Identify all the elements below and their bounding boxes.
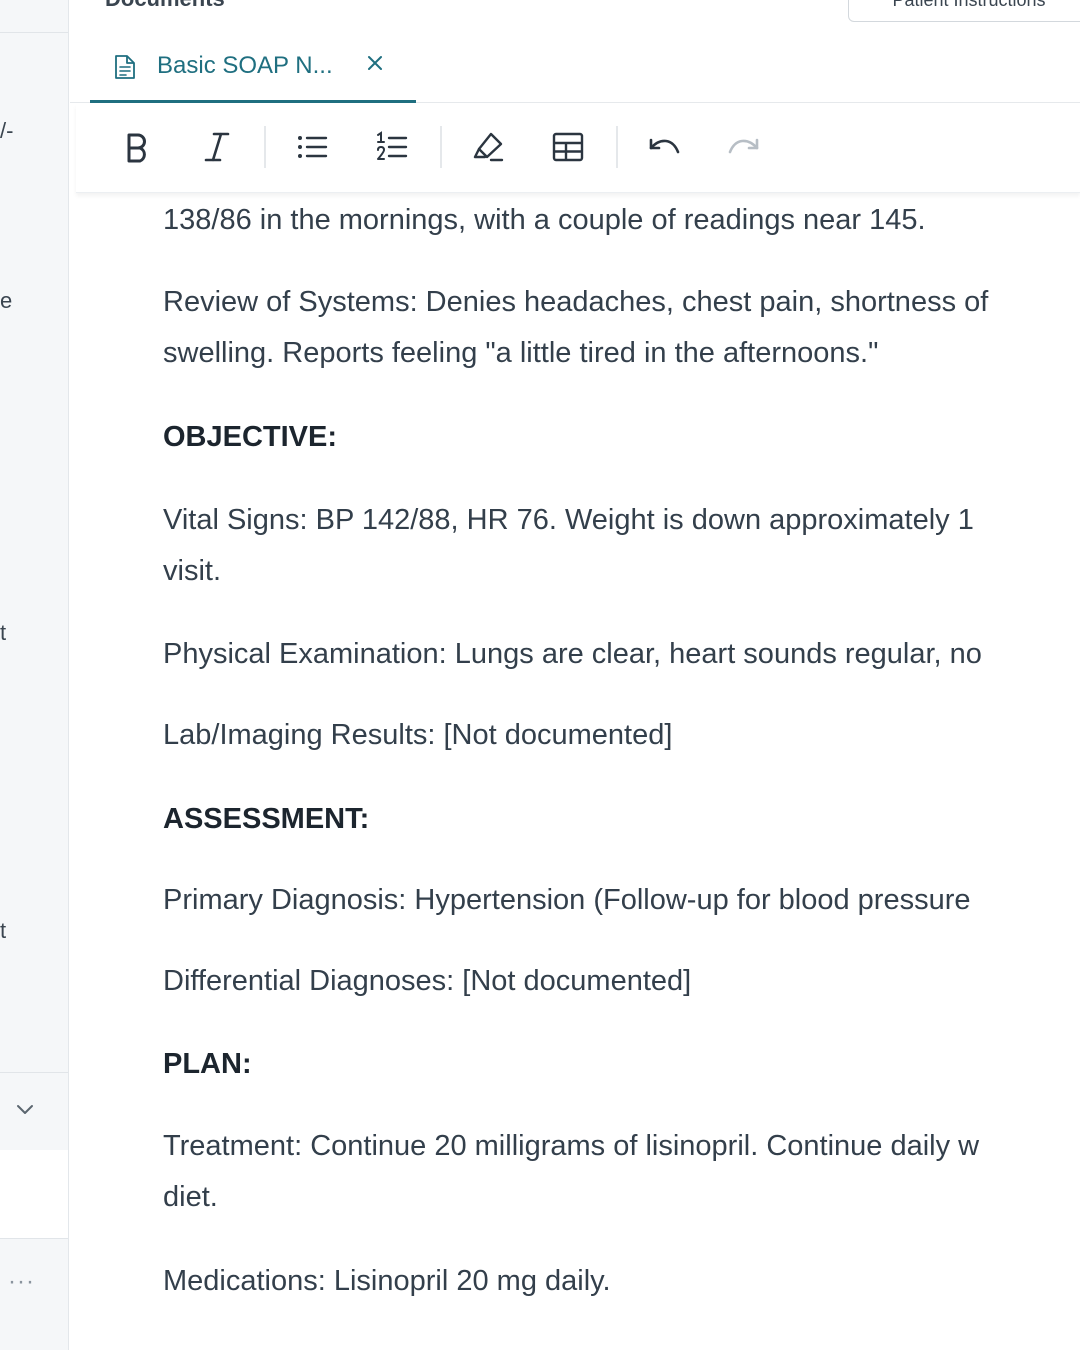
- document-tabs: Basic SOAP N...: [70, 32, 1080, 103]
- sidebar-divider: [0, 1072, 68, 1073]
- bullet-list-icon[interactable]: [295, 130, 329, 164]
- undo-icon[interactable]: [647, 130, 681, 164]
- text-line: visit.: [163, 555, 221, 587]
- redo-icon[interactable]: [727, 130, 761, 164]
- text-line: Review of Systems: Denies headaches, che…: [163, 286, 989, 318]
- italic-icon[interactable]: [200, 130, 234, 164]
- heading-plan[interactable]: PLAN:: [163, 1048, 252, 1081]
- numbered-list-icon[interactable]: [375, 130, 409, 164]
- paragraph-treatment[interactable]: Treatment: Continue 20 milligrams of lis…: [163, 1130, 979, 1214]
- text-line: swelling. Reports feeling "a little tire…: [163, 337, 879, 369]
- paragraph-primary-diagnosis[interactable]: Primary Diagnosis: Hypertension (Follow-…: [163, 884, 971, 917]
- tab-label: Basic SOAP N...: [157, 52, 333, 79]
- text-line: Treatment: Continue 20 milligrams of lis…: [163, 1130, 980, 1162]
- toolbar-separator: [616, 126, 618, 168]
- paragraph-physical-exam[interactable]: Physical Examination: Lungs are clear, h…: [163, 638, 982, 671]
- chevron-down-icon[interactable]: [14, 1098, 36, 1120]
- sidebar-divider: [0, 32, 68, 33]
- heading-objective[interactable]: OBJECTIVE:: [163, 421, 337, 454]
- sidebar-item-fragment[interactable]: /-: [0, 118, 13, 144]
- patient-instructions-button[interactable]: Patient Instructions: [848, 0, 1080, 22]
- section-title: Documents: [105, 0, 225, 12]
- sidebar-item-fragment[interactable]: e: [0, 288, 12, 314]
- close-icon[interactable]: [366, 54, 384, 72]
- toolbar-separator: [440, 126, 442, 168]
- sidebar-panel: [0, 1150, 68, 1238]
- sidebar-divider: [0, 1238, 68, 1239]
- highlight-icon[interactable]: [471, 130, 505, 164]
- left-sidebar: /- e t t ···: [0, 0, 69, 1350]
- editor-toolbar: [76, 104, 1080, 193]
- heading-assessment[interactable]: ASSESSMENT:: [163, 803, 369, 836]
- document-icon: [115, 55, 135, 79]
- sidebar-item-fragment[interactable]: t: [0, 620, 6, 646]
- toolbar-separator: [264, 126, 266, 168]
- paragraph-lab-results[interactable]: Lab/Imaging Results: [Not documented]: [163, 719, 672, 752]
- paragraph-medications[interactable]: Medications: Lisinopril 20 mg daily.: [163, 1265, 611, 1298]
- paragraph-review-of-systems[interactable]: Review of Systems: Denies headaches, che…: [163, 286, 988, 370]
- table-icon[interactable]: [551, 130, 585, 164]
- soap-note-editor[interactable]: 138/86 in the mornings, with a couple of…: [163, 196, 1080, 1350]
- text-line: Vital Signs: BP 142/88, HR 76. Weight is…: [163, 504, 974, 536]
- more-options-icon[interactable]: ···: [8, 1268, 35, 1296]
- tab-basic-soap-note[interactable]: Basic SOAP N...: [90, 32, 416, 103]
- text-line: diet.: [163, 1181, 218, 1213]
- paragraph-vital-signs[interactable]: Vital Signs: BP 142/88, HR 76. Weight is…: [163, 504, 974, 588]
- paragraph-bp-readings[interactable]: 138/86 in the mornings, with a couple of…: [163, 204, 926, 237]
- sidebar-item-fragment[interactable]: t: [0, 918, 6, 944]
- bold-icon[interactable]: [120, 130, 154, 164]
- paragraph-differential-diagnoses[interactable]: Differential Diagnoses: [Not documented]: [163, 965, 691, 998]
